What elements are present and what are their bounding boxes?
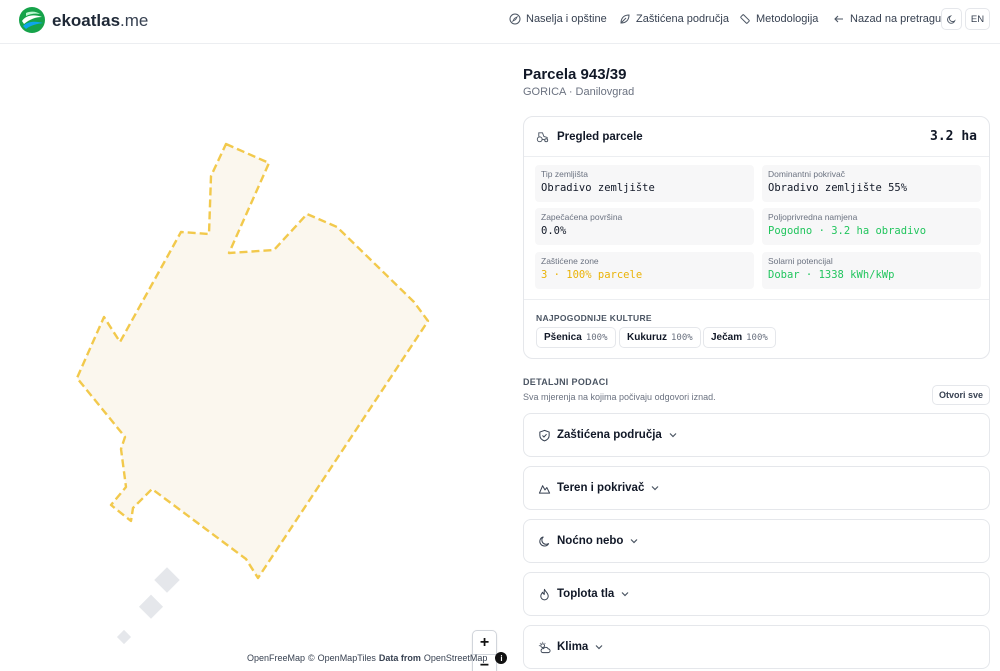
language-button[interactable]: EN [965, 8, 990, 30]
card-divider [524, 299, 989, 300]
details-label: DETALJNI PODACI [523, 377, 609, 387]
field-value: Dobar · 1338 kWh/kWp [768, 269, 895, 281]
parcel-map-canvas[interactable] [0, 45, 505, 671]
accordion-protected-areas[interactable]: Zaštićena područja [523, 413, 990, 457]
brand-name[interactable]: ekoatlas.me [52, 11, 148, 31]
nav-back-to-search[interactable]: Nazad na pretragu [833, 13, 941, 25]
field-value: Pogodno · 3.2 ha obradivo [768, 225, 927, 237]
attribution-copyright: © [308, 653, 315, 663]
sun-cloud-icon [538, 641, 551, 653]
crop-name: Kukuruz [627, 332, 667, 343]
map-attribution: OpenFreeMap © OpenMapTiles Data from Ope… [247, 652, 508, 664]
crop-chip-barley: Ječam 100% [703, 327, 776, 348]
field-value: 3 · 100% parcele [541, 269, 643, 281]
field-land-type: Tip zemljišta Obradivo zemljište [535, 165, 754, 202]
nav-settlements-label: Naselja i opštine [526, 13, 607, 25]
field-sealed-surface: Zapečaćena površina 0.0% [535, 208, 754, 245]
zoom-in-button[interactable]: + [473, 631, 496, 654]
field-label: Dominantni pokrivač [768, 169, 846, 179]
accordion-title: Zaštićena područja [557, 429, 662, 441]
leaf-icon [620, 14, 630, 24]
page-title: Parcela 943/39 [523, 66, 627, 83]
field-label: Tip zemljišta [541, 169, 588, 179]
theme-toggle-button[interactable] [941, 8, 962, 30]
chevron-down-icon [595, 645, 603, 650]
moon-icon [539, 535, 550, 547]
overview-card: Pregled parcele 3.2 ha Tip zemljišta Obr… [523, 116, 990, 359]
chevron-down-icon [669, 433, 677, 438]
building-footprints [116, 567, 180, 645]
shield-icon [539, 429, 550, 441]
field-label: Zaštićene zone [541, 256, 599, 266]
attribution-openmaptiles-link[interactable]: OpenMapTiles [318, 653, 376, 663]
accordion-climate[interactable]: Klima [523, 625, 990, 669]
nav-protected-areas[interactable]: Zaštićena područja [619, 13, 729, 25]
tractor-icon [536, 132, 549, 143]
accordion-soil-heat[interactable]: Toplota tla [523, 572, 990, 616]
crop-pct: 100% [671, 332, 693, 343]
field-agricultural-use: Poljoprivredna namjena Pogodno · 3.2 ha … [762, 208, 981, 245]
attribution-data-from: Data from [378, 653, 421, 663]
parcel-area: 3.2 ha [930, 129, 977, 144]
parcel-details-panel: Parcela 943/39 GORICA · Danilovgrad Preg… [505, 45, 1000, 671]
crop-chip-corn: Kukuruz 100% [619, 327, 701, 348]
mountain-icon [538, 484, 551, 494]
field-label: Zapečaćena površina [541, 212, 623, 222]
open-all-button[interactable]: Otvori sve [932, 385, 990, 405]
accordion-title: Toplota tla [557, 588, 615, 600]
field-value: Obradivo zemljište [541, 182, 655, 194]
ruler-icon [740, 14, 750, 24]
arrow-left-icon [834, 15, 843, 23]
map-view[interactable]: + − [0, 45, 505, 671]
zoom-control: + − [472, 630, 497, 671]
field-value: Obradivo zemljište 55% [768, 182, 908, 194]
ekoatlas-logo-icon[interactable] [18, 6, 46, 34]
field-protected-zones: Zaštićene zone 3 · 100% parcele [535, 252, 754, 289]
accordion-title: Noćno nebo [557, 535, 624, 547]
crop-pct: 100% [585, 332, 608, 343]
accordion-night-sky[interactable]: Noćno nebo [523, 519, 990, 563]
compass-icon [509, 13, 521, 25]
crop-name: Ječam [711, 332, 743, 343]
field-solar-potential: Solarni potencijal Dobar · 1338 kWh/kWp [762, 252, 981, 289]
crop-pct: 100% [746, 332, 768, 343]
crop-name: Pšenica [544, 332, 582, 343]
nav-back-to-search-label: Nazad na pretragu [850, 13, 942, 25]
flame-icon [540, 588, 549, 600]
accordion-title: Klima [557, 641, 589, 653]
parcel-location: GORICA · Danilovgrad [523, 86, 635, 98]
field-label: Solarni potencijal [768, 256, 833, 266]
overview-card-header: Pregled parcele 3.2 ha [524, 117, 989, 157]
field-value: 0.0% [541, 225, 567, 237]
accordion-title: Teren i pokrivač [557, 482, 645, 494]
best-crops-label: NAJPOGODNIJE KULTURE [536, 313, 652, 323]
chevron-down-icon [651, 486, 659, 491]
nav-methodology-label: Metodologija [756, 13, 819, 25]
chevron-down-icon [621, 592, 629, 597]
moon-icon [947, 14, 956, 24]
attribution-openstreetmap-link[interactable]: OpenStreetMap [424, 653, 488, 663]
nav-protected-areas-label: Zaštićena područja [636, 13, 729, 25]
parcel-outline[interactable] [75, 142, 430, 580]
nav-methodology[interactable]: Metodologija [739, 13, 818, 25]
accordion-terrain-cover[interactable]: Teren i pokrivač [523, 466, 990, 510]
details-subtitle: Sva mjerenja na kojima počivaju odgovori… [523, 392, 716, 402]
attribution-openfreemap-link[interactable]: OpenFreeMap [247, 653, 305, 663]
field-dominant-cover: Dominantni pokrivač Obradivo zemljište 5… [762, 165, 981, 202]
nav-settlements[interactable]: Naselja i opštine [509, 13, 607, 25]
overview-title: Pregled parcele [557, 130, 643, 143]
field-label: Poljoprivredna namjena [768, 212, 858, 222]
crop-chip-wheat: Pšenica 100% [536, 327, 616, 348]
app-header: ekoatlas.me Naselja i opštine Zaštićena … [0, 0, 1000, 44]
chevron-down-icon [631, 539, 638, 544]
